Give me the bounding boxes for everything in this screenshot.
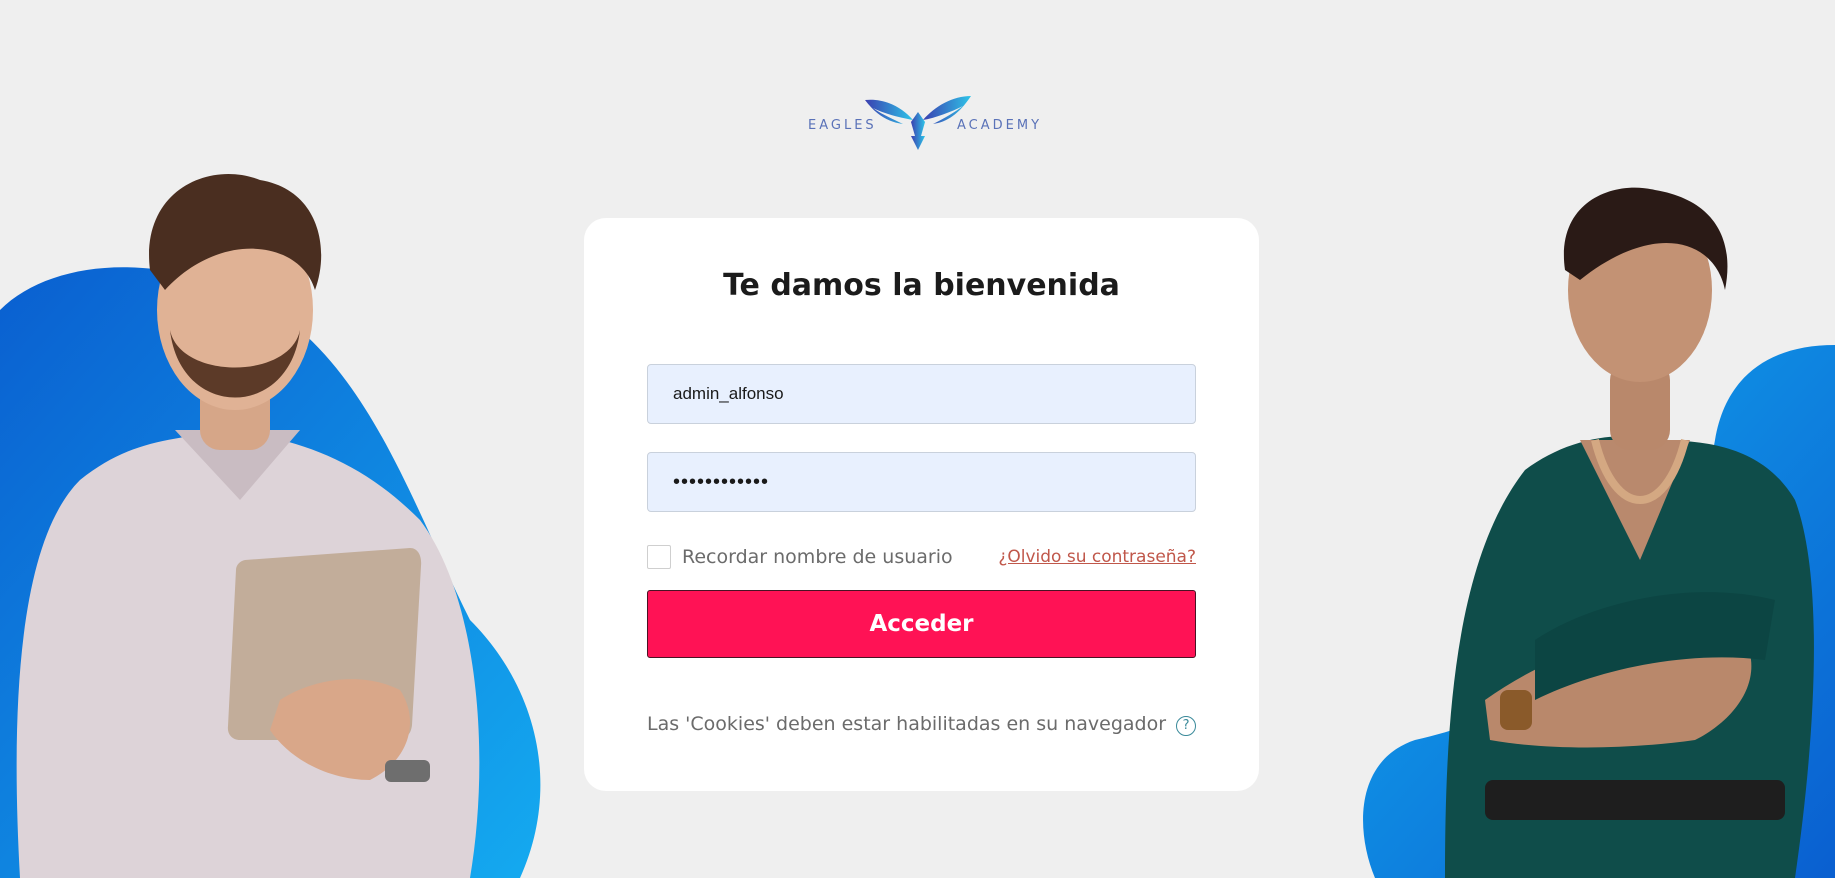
man-with-tablet-image [0, 174, 541, 878]
login-submit-button[interactable]: Acceder [647, 590, 1196, 658]
cookies-notice-text: Las 'Cookies' deben estar habilitadas en… [647, 713, 1167, 735]
username-input[interactable] [647, 364, 1196, 424]
remember-row: Recordar nombre de usuario ¿Olvido su co… [647, 543, 1196, 573]
left-illustration [0, 0, 560, 878]
woman-arms-crossed-image [1363, 187, 1835, 878]
login-title: Te damos la bienvenida [723, 268, 1120, 303]
remember-username-checkbox[interactable] [647, 545, 671, 569]
brand-logo: EAGLES ACADEMY [800, 92, 1040, 158]
help-icon[interactable]: ? [1176, 716, 1197, 736]
password-input[interactable] [647, 452, 1196, 512]
login-card: Te damos la bienvenida Recordar nombre d… [584, 218, 1259, 791]
right-illustration [1295, 0, 1835, 878]
cookies-notice: Las 'Cookies' deben estar habilitadas en… [647, 713, 1197, 736]
logo-word-academy: ACADEMY [957, 118, 1043, 133]
remember-username-label[interactable]: Recordar nombre de usuario [682, 546, 953, 568]
forgot-password-link[interactable]: ¿Olvido su contraseña? [998, 547, 1196, 567]
